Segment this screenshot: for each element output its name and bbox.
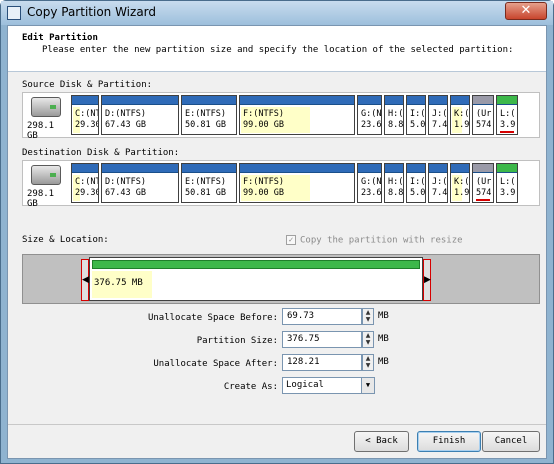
source-partition-i[interactable]: I:(5.0 <box>406 95 426 135</box>
unallocate-after-label: Unallocate Space After: <box>153 359 278 369</box>
left-resize-handle[interactable]: ◀ <box>81 259 89 301</box>
checkmark-icon: ✓ <box>286 235 296 245</box>
chevron-down-icon[interactable]: ▼ <box>361 378 374 393</box>
source-partition-unallocated[interactable]: (Ur 574 <box>472 95 494 135</box>
unallocate-after-spinner[interactable]: ▲ ▼ <box>362 354 374 371</box>
source-partition-f[interactable]: F:(NTFS) 99.00 GB <box>239 95 355 135</box>
unallocate-before-input[interactable]: 69.73 <box>282 308 362 325</box>
hard-disk-icon <box>31 165 61 185</box>
destination-partition-j[interactable]: J:(7.4 <box>428 163 448 203</box>
destination-partition-h[interactable]: H:(8.8 <box>384 163 404 203</box>
source-disk-map: 298.1 GB C:(NT 29.30 D:(NTFS) 67.43 GB E:(… <box>22 92 540 141</box>
spin-up-icon[interactable]: ▲ <box>363 355 373 362</box>
destination-partition-c[interactable]: C:(NT 29.30 <box>71 163 99 203</box>
partition-size-unit: MB <box>378 334 389 344</box>
create-as-row: Create As: <box>8 379 278 396</box>
unallocate-before-unit: MB <box>378 311 389 321</box>
destination-partition-f[interactable]: F:(NTFS) 99.00 GB <box>239 163 355 203</box>
spin-down-icon[interactable]: ▼ <box>363 316 373 323</box>
source-partition-h[interactable]: H:(8.8 <box>384 95 404 135</box>
title-bar: Copy Partition Wizard ✕ <box>1 1 553 25</box>
create-as-select[interactable]: Logical ▼ <box>282 377 375 394</box>
unallocate-before-label: Unallocate Space Before: <box>147 313 278 323</box>
spin-up-icon[interactable]: ▲ <box>363 332 373 339</box>
left-arrow-icon: ◀ <box>82 275 89 285</box>
wizard-header: Edit Partition Please enter the new part… <box>8 26 546 72</box>
source-disk-label: Source Disk & Partition: <box>22 80 153 90</box>
footer-divider <box>8 424 546 425</box>
destination-partition-e[interactable]: E:(NTFS) 50.81 GB <box>181 163 237 203</box>
hard-disk-icon <box>31 97 61 117</box>
source-partition-e[interactable]: E:(NTFS) 50.81 GB <box>181 95 237 135</box>
spin-down-icon[interactable]: ▼ <box>363 362 373 369</box>
destination-disk-size: 298.1 GB <box>27 189 55 209</box>
create-as-label: Create As: <box>223 382 278 392</box>
right-arrow-icon: ▶ <box>424 275 431 285</box>
page-title: Edit Partition <box>22 33 98 43</box>
source-partition-l[interactable]: L:(3.9 <box>496 95 518 135</box>
source-partition-d[interactable]: D:(NTFS) 67.43 GB <box>101 95 179 135</box>
finish-button[interactable]: Finish <box>417 431 481 452</box>
destination-disk-icon[interactable]: 298.1 GB <box>25 163 69 209</box>
destination-partition-unallocated[interactable]: (Ur 574 <box>472 163 494 203</box>
destination-partition-l[interactable]: L:(3.9 <box>496 163 518 203</box>
partition-size-input[interactable]: 376.75 <box>282 331 362 348</box>
window-title: Copy Partition Wizard <box>27 5 157 19</box>
source-partition-k[interactable]: K:(1.9 <box>450 95 470 135</box>
copy-with-resize-label: Copy the partition with resize <box>300 235 463 246</box>
app-icon <box>7 6 21 20</box>
back-button[interactable]: < Back <box>354 431 409 452</box>
copy-with-resize-checkbox[interactable]: ✓ Copy the partition with resize <box>286 235 463 246</box>
source-disk-size: 298.1 GB <box>27 121 55 141</box>
copy-partition-wizard-window: Copy Partition Wizard ✕ Edit Partition P… <box>0 0 554 464</box>
spin-up-icon[interactable]: ▲ <box>363 309 373 316</box>
source-partition-g[interactable]: G:(N 23.6 <box>357 95 382 135</box>
spin-down-icon[interactable]: ▼ <box>363 339 373 346</box>
dialog-client: Edit Partition Please enter the new part… <box>7 25 547 459</box>
cancel-button[interactable]: Cancel <box>482 431 540 452</box>
destination-disk-label: Destination Disk & Partition: <box>22 148 180 158</box>
destination-partition-d[interactable]: D:(NTFS) 67.43 GB <box>101 163 179 203</box>
partition-slider[interactable]: 376.75 MB <box>89 257 423 301</box>
destination-partition-k[interactable]: K:(1.9 <box>450 163 470 203</box>
destination-partition-i[interactable]: I:(5.0 <box>406 163 426 203</box>
source-partition-c[interactable]: C:(NT 29.30 <box>71 95 99 135</box>
size-location-bar: ◀ 376.75 MB ▶ <box>22 254 540 304</box>
unallocate-after-row: Unallocate Space After: <box>8 356 278 373</box>
unallocate-after-input[interactable]: 128.21 <box>282 354 362 371</box>
partition-size-label: Partition Size: <box>196 336 278 346</box>
page-subtitle: Please enter the new partition size and … <box>42 45 514 55</box>
destination-disk-map: 298.1 GB C:(NT 29.30 D:(NTFS) 67.43 GB E:(… <box>22 160 540 209</box>
partition-size-spinner[interactable]: ▲ ▼ <box>362 331 374 348</box>
source-disk-icon[interactable]: 298.1 GB <box>25 95 69 141</box>
close-button[interactable]: ✕ <box>505 2 547 20</box>
partition-size-row: Partition Size: <box>8 333 278 350</box>
wizard-body: Source Disk & Partition: 298.1 GB C:(NT 2… <box>8 72 546 458</box>
destination-partition-g[interactable]: G:(N 23.6 <box>357 163 382 203</box>
unallocate-after-unit: MB <box>378 357 389 367</box>
partition-bar <box>92 260 420 269</box>
size-location-label: Size & Location: <box>22 235 109 245</box>
partition-size-text: 376.75 MB <box>94 278 143 288</box>
create-as-value: Logical <box>286 380 324 390</box>
unallocate-before-row: Unallocate Space Before: <box>8 310 278 327</box>
right-resize-handle[interactable]: ▶ <box>423 259 431 301</box>
source-partition-j[interactable]: J:(7.4 <box>428 95 448 135</box>
unallocate-before-spinner[interactable]: ▲ ▼ <box>362 308 374 325</box>
